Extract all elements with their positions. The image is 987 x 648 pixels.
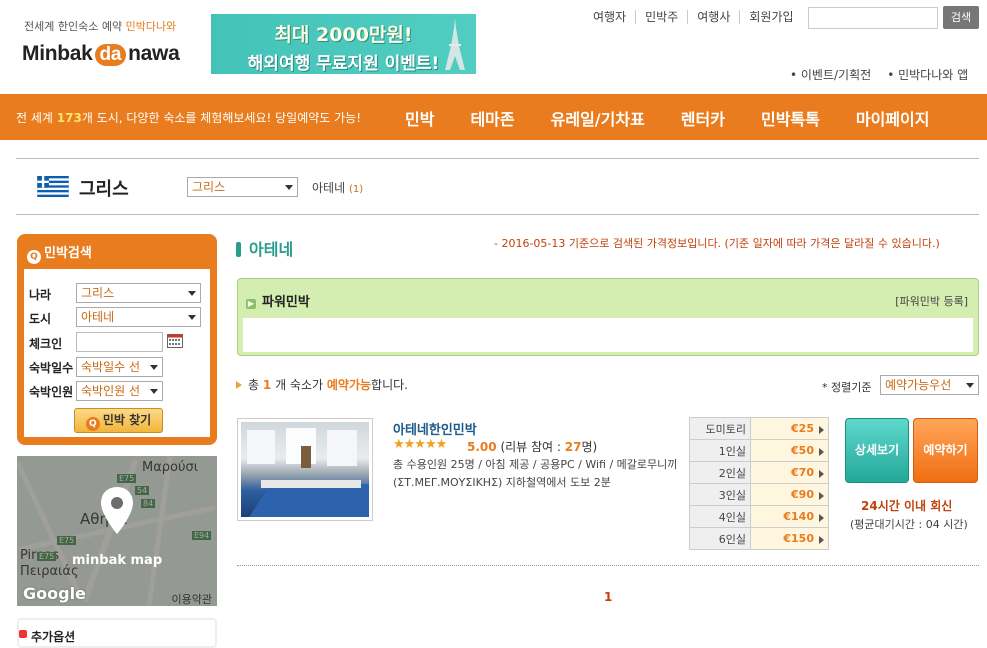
rating-stars: ★★★★★ (393, 437, 447, 452)
result-count: 총 1 개 숙소가 예약가능합니다. (236, 376, 408, 393)
event-banner[interactable]: 최대 2000만원! 해외여행 무료지원 이벤트! (211, 14, 476, 74)
nav-mypage[interactable]: 마이페이지 (856, 106, 930, 130)
guests-select[interactable]: 숙박인원 선 (76, 381, 163, 401)
search-panel-title: Q 민박검색 (27, 242, 92, 264)
checkin-input[interactable] (76, 332, 163, 352)
listing-name[interactable]: 아테네한인민박 (393, 419, 477, 438)
chevron-down-icon (188, 291, 196, 296)
arrow-right-icon (236, 381, 242, 389)
price-row[interactable]: 도미토리 €25 (689, 417, 829, 440)
search-icon: Q (85, 417, 100, 431)
nav-minbak[interactable]: 민박 (405, 106, 434, 130)
price-notice: - 2016-05-13 기준으로 검색된 가격정보입니다. (기준 일자에 따… (494, 237, 940, 250)
banner-line1: 최대 2000만원! (274, 24, 413, 46)
label-checkin: 체크인 (29, 337, 63, 351)
top-links: 여행자 민박주 여행사 회원가입 (584, 10, 803, 24)
chevron-down-icon (966, 383, 974, 388)
sub-links: • 이벤트/기획전 • 민박다나와 앱 (790, 66, 968, 83)
nav-themezone[interactable]: 테마존 (470, 106, 514, 130)
map-terms-link[interactable]: 이용약관 (172, 591, 212, 606)
price-row[interactable]: 4인실 €140 (689, 505, 829, 528)
divider (16, 158, 979, 159)
price-row[interactable]: 3인실 €90 (689, 483, 829, 506)
country-title: 그리스 (79, 179, 129, 200)
sidebar-country-select[interactable]: 그리스 (76, 283, 201, 303)
search-button[interactable]: 검색 (943, 6, 979, 29)
google-logo: Google (23, 584, 86, 603)
book-button[interactable]: 예약하기 (913, 418, 978, 483)
power-minbak-panel: ▶ 파워민박 [파워민박 등록] (237, 278, 979, 356)
divider (16, 214, 979, 215)
chevron-down-icon (150, 365, 158, 370)
link-traveler[interactable]: 여행자 (584, 10, 635, 24)
link-app[interactable]: • 민박다나와 앱 (887, 66, 968, 83)
link-host[interactable]: 민박주 (635, 10, 687, 24)
listing-description: 총 수용인원 25명 / 아침 제공 / 공용PC / Wifi / 메갈로무니… (393, 458, 678, 489)
minbak-map[interactable]: Μαρούσι Αθήνα Pireas Πειραιάς E75 54 84 … (17, 456, 217, 606)
extra-options-panel: 추가옵션 (17, 618, 217, 648)
logo-tagline: 전세계 한인숙소 예약 민박다나와 (24, 20, 177, 33)
chevron-down-icon (188, 315, 196, 320)
detail-button[interactable]: 상세보기 (845, 418, 909, 483)
country-select[interactable]: 그리스 (187, 177, 298, 197)
banner-line2: 해외여행 무료지원 이벤트! (247, 54, 440, 74)
price-row[interactable]: 1인실 €50 (689, 439, 829, 462)
page-number[interactable]: 1 (604, 590, 612, 604)
city-link[interactable]: 아테네 (1) (312, 179, 363, 196)
chevron-down-icon (285, 185, 293, 190)
link-agency[interactable]: 여행사 (687, 10, 739, 24)
nav-rentacar[interactable]: 렌터카 (681, 106, 725, 130)
room-photo (247, 428, 369, 517)
arrow-right-icon: ▶ (246, 299, 256, 309)
search-icon: Q (27, 250, 41, 264)
price-row[interactable]: 2인실 €70 (689, 461, 829, 484)
main-nav: 전 세계 173개 도시, 다양한 숙소를 체험해보세요! 당일예약도 가능! … (0, 94, 987, 140)
eiffel-tower-icon (445, 18, 465, 70)
bullet-icon (19, 630, 27, 638)
average-wait: (평균대기시간 : 04 시간) (850, 518, 968, 531)
price-row[interactable]: 6인실 €150 (689, 527, 829, 550)
label-city: 도시 (29, 312, 52, 326)
calendar-icon[interactable] (167, 334, 183, 348)
nav-talk[interactable]: 민박톡톡 (761, 106, 820, 130)
label-country: 나라 (29, 288, 52, 302)
nav-eurail[interactable]: 유레일/기차표 (551, 106, 645, 130)
sort-select[interactable]: 예약가능우선 (880, 375, 979, 395)
map-label: minbak map (72, 553, 163, 568)
nav-tagline: 전 세계 173개 도시, 다양한 숙소를 체험해보세요! 당일예약도 가능! (16, 111, 362, 125)
chevron-down-icon (150, 389, 158, 394)
map-pin-icon (101, 487, 133, 534)
search-input[interactable] (808, 7, 938, 29)
extra-options-title: 추가옵션 (31, 630, 76, 644)
sidebar-city-select[interactable]: 아테네 (76, 307, 201, 327)
label-guests: 숙박인원 (29, 385, 74, 399)
city-heading: 아테네 (236, 236, 293, 260)
price-table: 도미토리 €25 1인실 €50 2인실 €70 3인실 €90 4인실 €140 6인실… (689, 417, 829, 550)
sort-label: * 정렬기준 (822, 381, 872, 394)
listing-thumbnail[interactable] (237, 418, 373, 521)
link-events[interactable]: • 이벤트/기획전 (790, 66, 871, 83)
divider (237, 565, 979, 566)
rating-text: 5.00 (리뷰 참여 : 27명) (467, 440, 598, 454)
nights-select[interactable]: 숙박일수 선 (76, 357, 163, 377)
reply-time: 24시간 이내 회신 (861, 499, 953, 513)
find-minbak-button[interactable]: Q 민박 찾기 (74, 408, 163, 433)
greece-flag-icon (37, 176, 69, 197)
power-minbak-title: ▶ 파워민박 (246, 295, 310, 310)
link-signup[interactable]: 회원가입 (739, 10, 802, 24)
power-minbak-register-link[interactable]: [파워민박 등록] (895, 293, 968, 309)
label-nights: 숙박일수 (29, 361, 74, 375)
site-logo[interactable]: Minbak da nawa (22, 42, 180, 66)
